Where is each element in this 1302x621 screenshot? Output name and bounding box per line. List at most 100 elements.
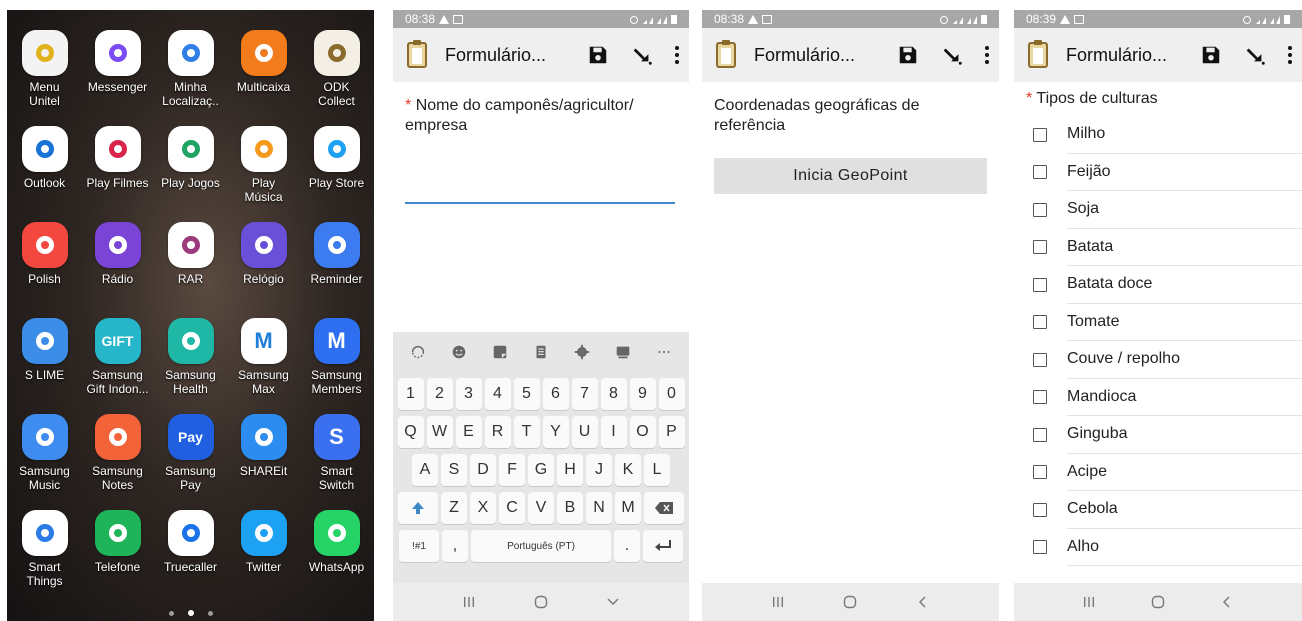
checkbox-option[interactable]: Mandioca [1014,379,1302,416]
app-whatsapp[interactable]: WhatsApp [301,510,373,606]
checkbox[interactable] [1033,240,1047,255]
app-rar[interactable]: RAR [155,222,227,318]
keyboard-hide-icon[interactable] [605,594,621,610]
key[interactable]: S [441,454,467,486]
app-messenger[interactable]: Messenger [82,30,154,126]
key[interactable]: Y [542,416,569,448]
name-input[interactable] [405,182,675,204]
key[interactable]: 3 [455,378,482,410]
comma-key[interactable]: , [442,530,468,562]
home-icon[interactable] [1150,594,1166,610]
checkbox[interactable] [1033,427,1047,442]
key[interactable]: G [528,454,554,486]
checkbox-option[interactable]: Feijão [1014,154,1302,191]
checkbox-option[interactable]: Batata [1014,229,1302,266]
checkbox-option[interactable]: Batata doce [1014,266,1302,304]
checkbox[interactable] [1033,315,1047,330]
key[interactable]: I [600,416,627,448]
go-to-icon[interactable] [1244,44,1266,66]
more-icon[interactable] [655,343,673,361]
key[interactable]: V [528,492,554,524]
symbols-key[interactable]: !#1 [399,530,439,562]
key[interactable]: P [658,416,685,448]
app-reminder[interactable]: Reminder [301,222,373,318]
key[interactable]: A [412,454,438,486]
clipboard-keyboard-icon[interactable] [532,343,550,361]
key[interactable]: T [513,416,540,448]
key[interactable]: Q [397,416,424,448]
page-indicator[interactable] [7,605,374,621]
app-samsung-gift[interactable]: GIFT Samsung Gift Indon... [82,318,154,414]
app-samsung-pay[interactable]: Pay Samsung Pay [155,414,227,510]
app-outlook[interactable]: Outlook [9,126,81,222]
app-odk-collect[interactable]: ODK Collect [301,30,373,126]
app-smart-things[interactable]: Smart Things [9,510,81,606]
sticker-icon[interactable] [491,343,509,361]
checkbox[interactable] [1033,127,1047,142]
checkbox[interactable] [1033,202,1047,217]
key[interactable]: O [629,416,656,448]
checkbox-option[interactable]: Couve / repolho [1014,341,1302,379]
checkbox-option[interactable]: Cebola [1014,491,1302,529]
overflow-menu-icon[interactable] [1288,46,1292,64]
recent-apps-icon[interactable] [1081,594,1097,610]
save-icon[interactable] [897,44,919,66]
keyboard-mode-icon[interactable] [614,343,632,361]
settings-gear-icon[interactable] [573,343,591,361]
key[interactable]: F [499,454,525,486]
go-to-icon[interactable] [631,44,653,66]
key[interactable]: J [586,454,612,486]
space-key[interactable]: Português (PT) [471,530,611,562]
key[interactable]: 6 [542,378,569,410]
back-icon[interactable] [1219,594,1235,610]
key[interactable]: 1 [397,378,424,410]
app-play-store[interactable]: Play Store [301,126,373,222]
checkbox-option[interactable]: Soja [1014,191,1302,229]
checkbox[interactable] [1033,390,1047,405]
app-radio[interactable]: Rádio [82,222,154,318]
recent-apps-icon[interactable] [770,594,786,610]
key[interactable]: H [557,454,583,486]
home-icon[interactable] [533,594,549,610]
start-geopoint-button[interactable]: Inicia GeoPoint [714,158,987,194]
key[interactable]: M [615,492,641,524]
checkbox-option[interactable]: Alho [1014,529,1302,566]
key[interactable]: 8 [600,378,627,410]
checkbox[interactable] [1033,352,1047,367]
keyboard-swap-icon[interactable] [409,343,427,361]
checkbox[interactable] [1033,540,1047,555]
checkbox[interactable] [1033,277,1047,292]
key[interactable]: U [571,416,598,448]
recent-apps-icon[interactable] [461,594,477,610]
key[interactable]: B [557,492,583,524]
backspace-key[interactable] [644,492,684,524]
app-minha-localizacao[interactable]: Minha Localizaç.. [155,30,227,126]
key[interactable]: K [615,454,641,486]
back-icon[interactable] [915,594,931,610]
emoji-icon[interactable] [450,343,468,361]
checkbox[interactable] [1033,165,1047,180]
key[interactable]: 9 [629,378,656,410]
app-samsung-health[interactable]: Samsung Health [155,318,227,414]
app-s-lime[interactable]: S LIME [9,318,81,414]
key[interactable]: X [470,492,496,524]
key[interactable]: E [455,416,482,448]
app-samsung-members[interactable]: M Samsung Members [301,318,373,414]
save-icon[interactable] [1200,44,1222,66]
key[interactable]: N [586,492,612,524]
go-to-icon[interactable] [941,44,963,66]
app-telefone[interactable]: Telefone [82,510,154,606]
key[interactable]: W [426,416,453,448]
app-twitter[interactable]: Twitter [228,510,300,606]
app-multicaixa[interactable]: Multicaixa [228,30,300,126]
checkbox[interactable] [1033,465,1047,480]
shift-key[interactable] [398,492,438,524]
app-truecaller[interactable]: Truecaller [155,510,227,606]
key[interactable]: L [644,454,670,486]
key[interactable]: 0 [658,378,685,410]
checkbox-option[interactable]: Milho [1014,116,1302,154]
key[interactable]: 2 [426,378,453,410]
overflow-menu-icon[interactable] [985,46,989,64]
app-samsung-notes[interactable]: Samsung Notes [82,414,154,510]
app-menu-unitel[interactable]: Menu Unitel [9,30,81,126]
